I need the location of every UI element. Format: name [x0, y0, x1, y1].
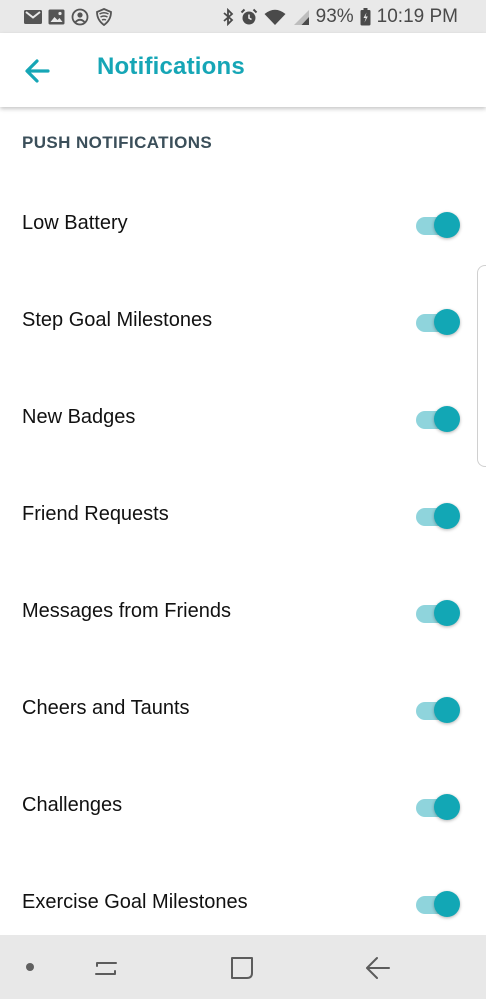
setting-label: Exercise Goal Milestones — [22, 891, 248, 913]
new-badges-toggle[interactable] — [416, 406, 462, 432]
recent-apps-button[interactable] — [91, 953, 121, 983]
step-goal-milestones-toggle[interactable] — [416, 309, 462, 335]
back-icon — [363, 957, 393, 987]
system-nav-bar — [0, 935, 486, 999]
setting-row-new-badges[interactable]: New Badges — [0, 388, 486, 448]
setting-label: Low Battery — [22, 212, 128, 234]
app-bar: Notifications — [0, 33, 486, 107]
section-header-push-notifications: PUSH NOTIFICATIONS — [22, 133, 213, 152]
toggle-thumb — [434, 503, 460, 529]
messages-from-friends-toggle[interactable] — [416, 600, 462, 626]
toggle-thumb — [434, 794, 460, 820]
setting-row-exercise-goal-milestones[interactable]: Exercise Goal Milestones — [0, 873, 486, 933]
setting-row-cheers-and-taunts[interactable]: Cheers and Taunts — [0, 679, 486, 739]
friend-requests-toggle[interactable] — [416, 503, 462, 529]
toggle-thumb — [434, 212, 460, 238]
clock-time: 10:19 PM — [376, 6, 458, 27]
recent-apps-icon — [91, 962, 121, 987]
settings-content: PUSH NOTIFICATIONS Low Battery Step Goal… — [0, 107, 486, 935]
toggle-thumb — [434, 697, 460, 723]
toggle-thumb — [434, 600, 460, 626]
setting-label: Cheers and Taunts — [22, 697, 190, 719]
gmail-icon — [24, 10, 42, 24]
nav-dot-indicator — [26, 963, 34, 971]
system-back-button[interactable] — [363, 953, 393, 983]
scrollbar[interactable] — [477, 265, 486, 467]
setting-row-low-battery[interactable]: Low Battery — [0, 194, 486, 254]
battery-icon — [360, 8, 371, 26]
home-icon — [227, 957, 257, 987]
cheers-and-taunts-toggle[interactable] — [416, 697, 462, 723]
setting-label: Step Goal Milestones — [22, 309, 213, 331]
home-button[interactable] — [227, 953, 257, 983]
low-battery-toggle[interactable] — [416, 212, 462, 238]
challenges-toggle[interactable] — [416, 794, 462, 820]
status-bar-right: 93% 10:19 PM — [222, 6, 458, 28]
bluetooth-icon — [222, 8, 234, 26]
setting-row-friend-requests[interactable]: Friend Requests — [0, 485, 486, 545]
battery-percent: 93% — [315, 6, 354, 27]
alarm-icon — [240, 8, 258, 26]
setting-label: New Badges — [22, 406, 136, 428]
setting-label: Challenges — [22, 794, 123, 816]
setting-label: Messages from Friends — [22, 600, 231, 622]
account-icon — [71, 8, 89, 26]
status-bar: 93% 10:19 PM — [0, 0, 486, 33]
toggle-thumb — [434, 406, 460, 432]
toggle-thumb — [434, 309, 460, 335]
setting-row-step-goal-milestones[interactable]: Step Goal Milestones — [0, 291, 486, 351]
setting-label: Friend Requests — [22, 503, 169, 525]
back-button[interactable] — [22, 55, 54, 87]
status-bar-left-icons — [24, 7, 113, 27]
shield-icon — [95, 8, 113, 26]
signal-icon — [292, 9, 310, 26]
page-title: Notifications — [97, 53, 245, 80]
arrow-left-icon — [22, 59, 54, 91]
wifi-icon — [264, 9, 286, 26]
setting-row-messages-from-friends[interactable]: Messages from Friends — [0, 582, 486, 642]
toggle-thumb — [434, 891, 460, 917]
setting-row-challenges[interactable]: Challenges — [0, 776, 486, 836]
gallery-icon — [48, 9, 65, 25]
exercise-goal-milestones-toggle[interactable] — [416, 891, 462, 917]
